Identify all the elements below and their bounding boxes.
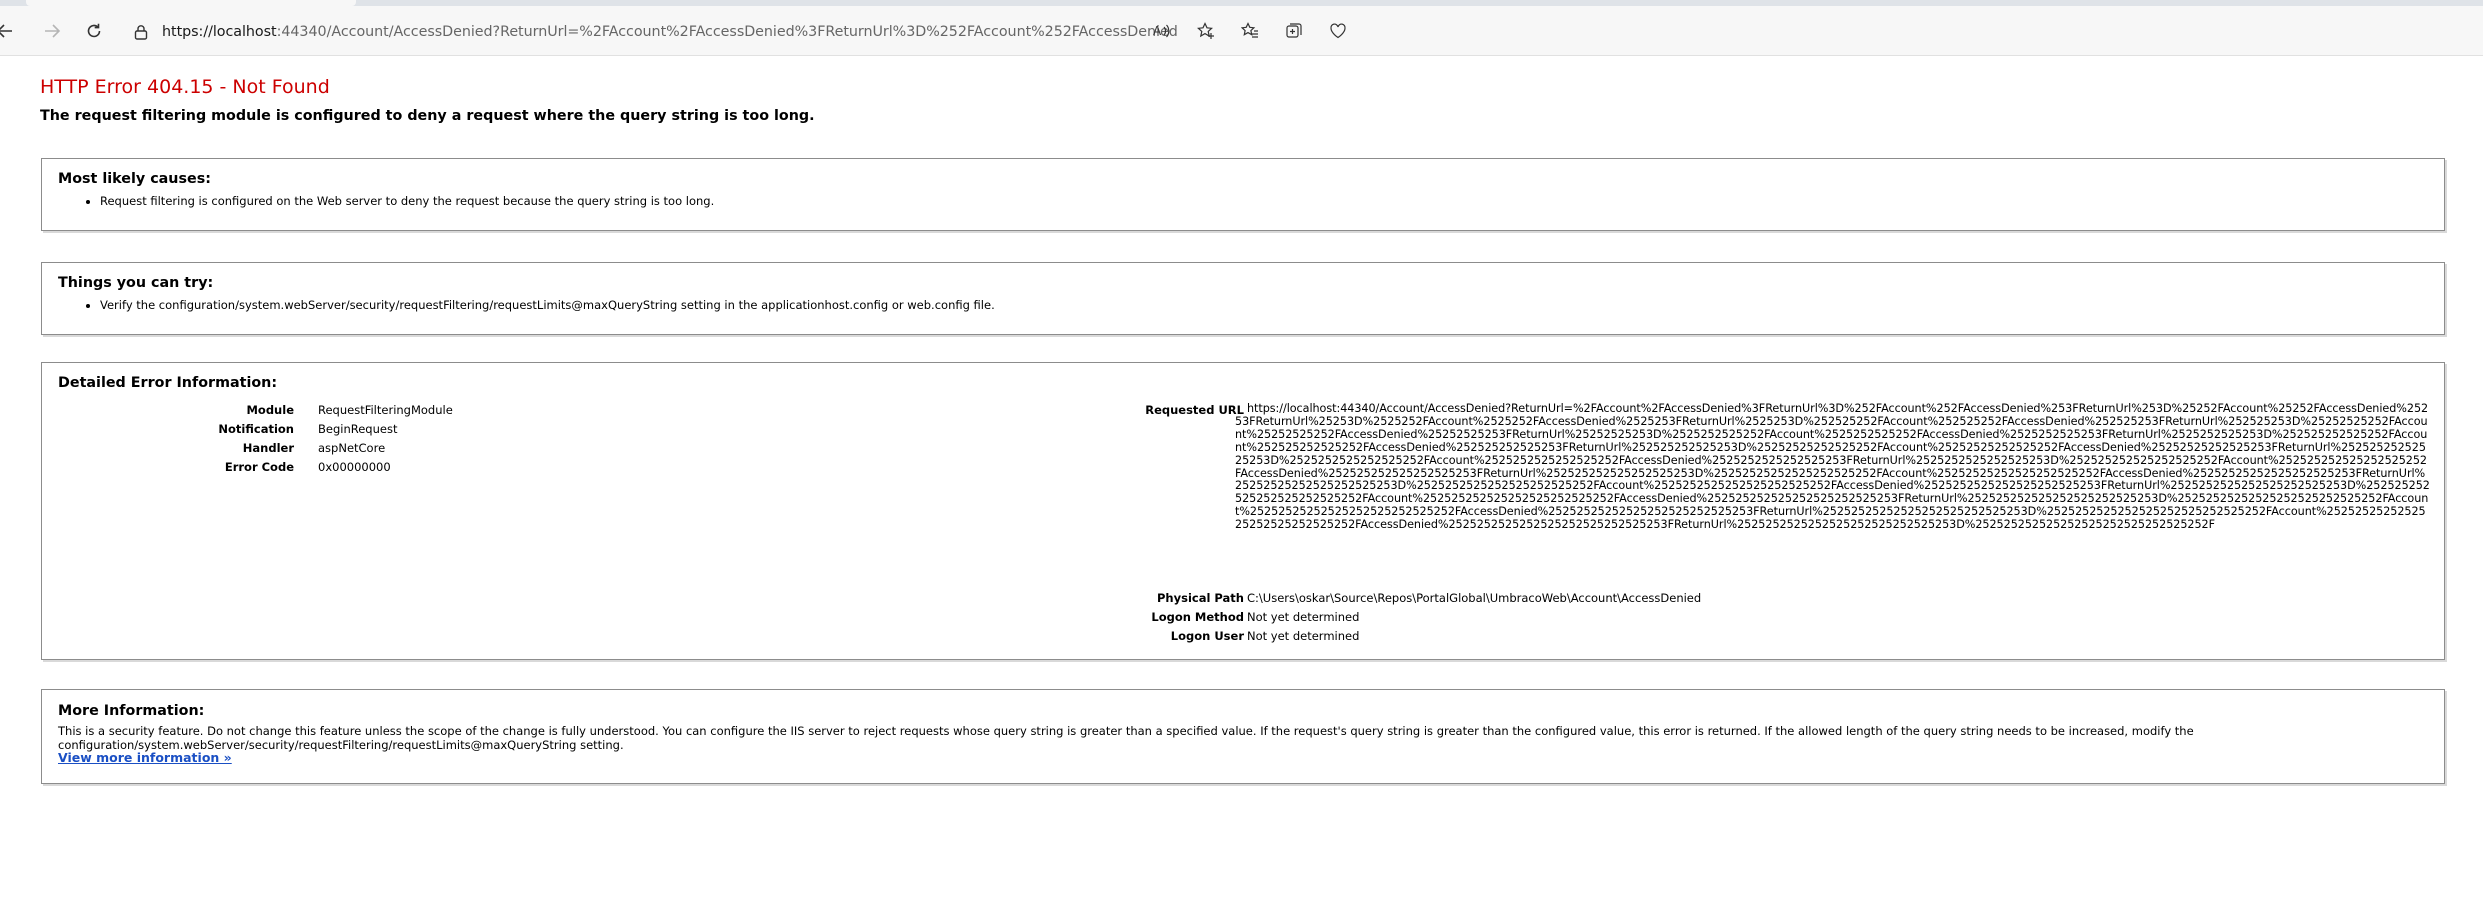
detail-heading: Detailed Error Information: (58, 375, 278, 391)
handler-value: aspNetCore (318, 441, 386, 455)
toolbar-actions: A (1140, 18, 1360, 44)
address-bar[interactable]: https://localhost:44340/Account/AccessDe… (122, 17, 1177, 47)
url-host: https://localhost (162, 24, 277, 40)
handler-label: Handler (242, 441, 294, 455)
browser-toolbar: https://localhost:44340/Account/AccessDe… (0, 6, 2483, 56)
module-label: Module (246, 403, 294, 417)
detail-box: Detailed Error Information: Module Reque… (41, 362, 2445, 660)
physical-path-value: C:\Users\oskar\Source\Repos\PortalGlobal… (1247, 591, 1702, 605)
list-item: Request filtering is configured on the W… (100, 194, 714, 208)
causes-box: Most likely causes: Request filtering is… (41, 158, 2445, 231)
list-item: Verify the configuration/system.webServe… (100, 298, 995, 312)
try-heading: Things you can try: (58, 275, 214, 291)
requested-url-value: https://localhost:44340/Account/AccessDe… (1235, 402, 2430, 532)
requested-url-label: Requested URL (1145, 403, 1244, 417)
read-aloud-icon[interactable]: A (1140, 18, 1184, 44)
more-info-heading: More Information: (58, 703, 205, 719)
view-more-information-link[interactable]: View more information » (58, 750, 232, 765)
more-info-box: More Information: This is a security fea… (41, 689, 2445, 784)
try-list: Verify the configuration/system.webServe… (72, 298, 995, 312)
back-arrow-icon[interactable] (0, 18, 18, 44)
error-subtitle: The request filtering module is configur… (40, 108, 815, 124)
notification-label: Notification (218, 422, 294, 436)
notification-value: BeginRequest (318, 422, 398, 436)
url-path: :44340/Account/AccessDenied?ReturnUrl=%2… (276, 24, 1177, 40)
more-info-text: This is a security feature. Do not chang… (58, 724, 2194, 752)
logon-user-label: Logon User (1170, 629, 1244, 643)
reload-icon[interactable] (81, 18, 107, 44)
heart-icon[interactable] (1316, 18, 1360, 44)
lock-icon[interactable] (134, 21, 148, 43)
error-code-value: 0x00000000 (318, 460, 391, 474)
collections-icon[interactable] (1272, 18, 1316, 44)
logon-user-value: Not yet determined (1247, 629, 1360, 643)
causes-heading: Most likely causes: (58, 171, 211, 187)
error-title: HTTP Error 404.15 - Not Found (40, 76, 330, 98)
logon-method-label: Logon Method (1151, 610, 1244, 624)
module-value: RequestFilteringModule (318, 403, 453, 417)
causes-list: Request filtering is configured on the W… (72, 194, 714, 208)
svg-text:A: A (1153, 24, 1162, 38)
favorites-icon[interactable] (1228, 18, 1272, 44)
add-favorite-icon[interactable] (1184, 18, 1228, 44)
try-box: Things you can try: Verify the configura… (41, 262, 2445, 335)
url-text[interactable]: https://localhost:44340/Account/AccessDe… (162, 24, 1177, 40)
logon-method-value: Not yet determined (1247, 610, 1360, 624)
forward-arrow-icon[interactable] (39, 18, 65, 44)
physical-path-label: Physical Path (1157, 591, 1244, 605)
error-code-label: Error Code (224, 460, 294, 474)
